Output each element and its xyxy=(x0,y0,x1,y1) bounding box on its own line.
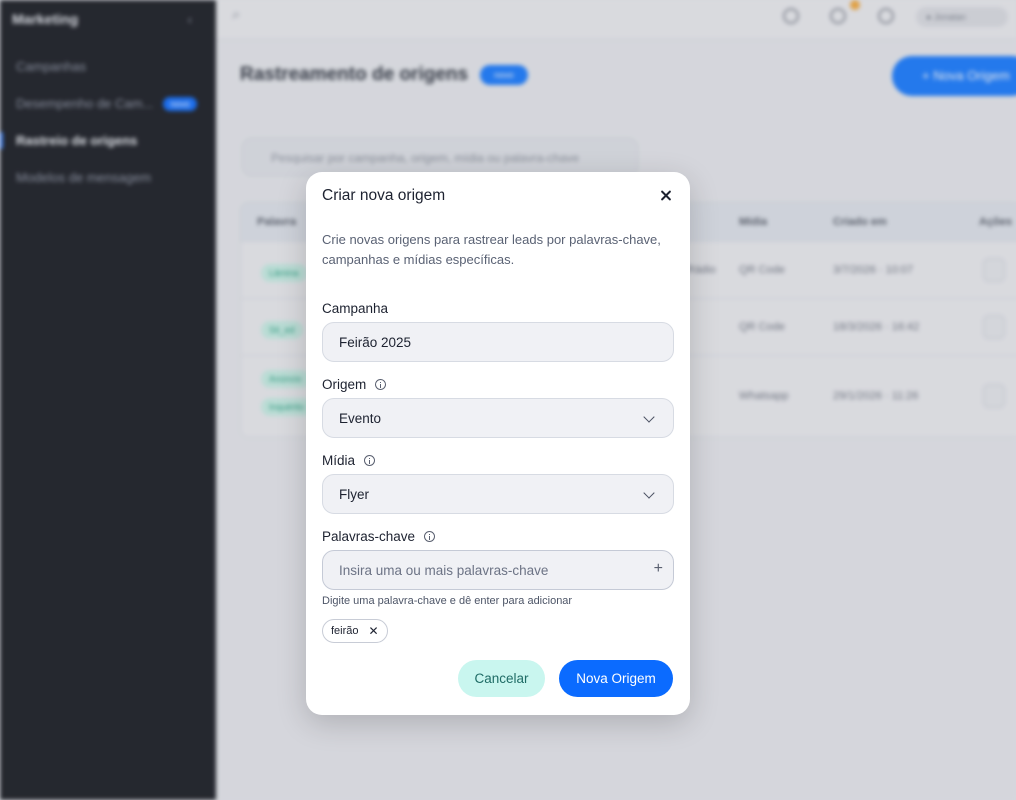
keywords-input[interactable] xyxy=(339,562,657,578)
keywords-label-text: Palavras-chave xyxy=(322,529,416,544)
origin-label: Origem xyxy=(322,377,387,392)
modal-title: Criar nova origem xyxy=(322,187,446,204)
origin-label-text: Origem xyxy=(322,377,367,392)
modal-description: Crie novas origens para rastrear leads p… xyxy=(322,232,661,267)
campaign-label-text: Campanha xyxy=(322,301,389,316)
info-icon[interactable] xyxy=(364,455,376,466)
keywords-label: Palavras-chave xyxy=(322,529,436,544)
keyword-tag: feirão ✕ xyxy=(322,619,388,643)
media-select[interactable]: Flyer xyxy=(322,474,674,514)
keywords-hint: Digite uma palavra-chave e dê enter para… xyxy=(322,595,573,607)
media-label: Mídia xyxy=(322,453,376,468)
chevron-down-icon xyxy=(643,411,655,423)
origin-select[interactable]: Evento xyxy=(322,398,674,438)
remove-tag-icon[interactable]: ✕ xyxy=(369,624,379,638)
create-origin-button[interactable]: Nova Origem xyxy=(559,660,673,697)
campaign-label: Campanha xyxy=(322,301,388,316)
campaign-input[interactable] xyxy=(339,334,657,350)
info-icon[interactable] xyxy=(424,531,436,542)
chevron-down-icon xyxy=(643,487,655,499)
keyword-tag-label: feirão xyxy=(331,625,359,637)
keywords-field[interactable]: + xyxy=(322,550,674,590)
media-label-text: Mídia xyxy=(322,453,356,468)
campaign-field[interactable] xyxy=(322,322,674,362)
origin-selected-value: Evento xyxy=(339,410,382,426)
close-icon[interactable] xyxy=(656,186,676,206)
media-selected-value: Flyer xyxy=(339,486,369,502)
create-origin-modal: Criar nova origem Crie novas origens par… xyxy=(306,172,690,715)
add-icon[interactable]: + xyxy=(654,560,663,578)
info-icon[interactable] xyxy=(375,379,387,390)
cancel-button[interactable]: Cancelar xyxy=(458,660,545,697)
